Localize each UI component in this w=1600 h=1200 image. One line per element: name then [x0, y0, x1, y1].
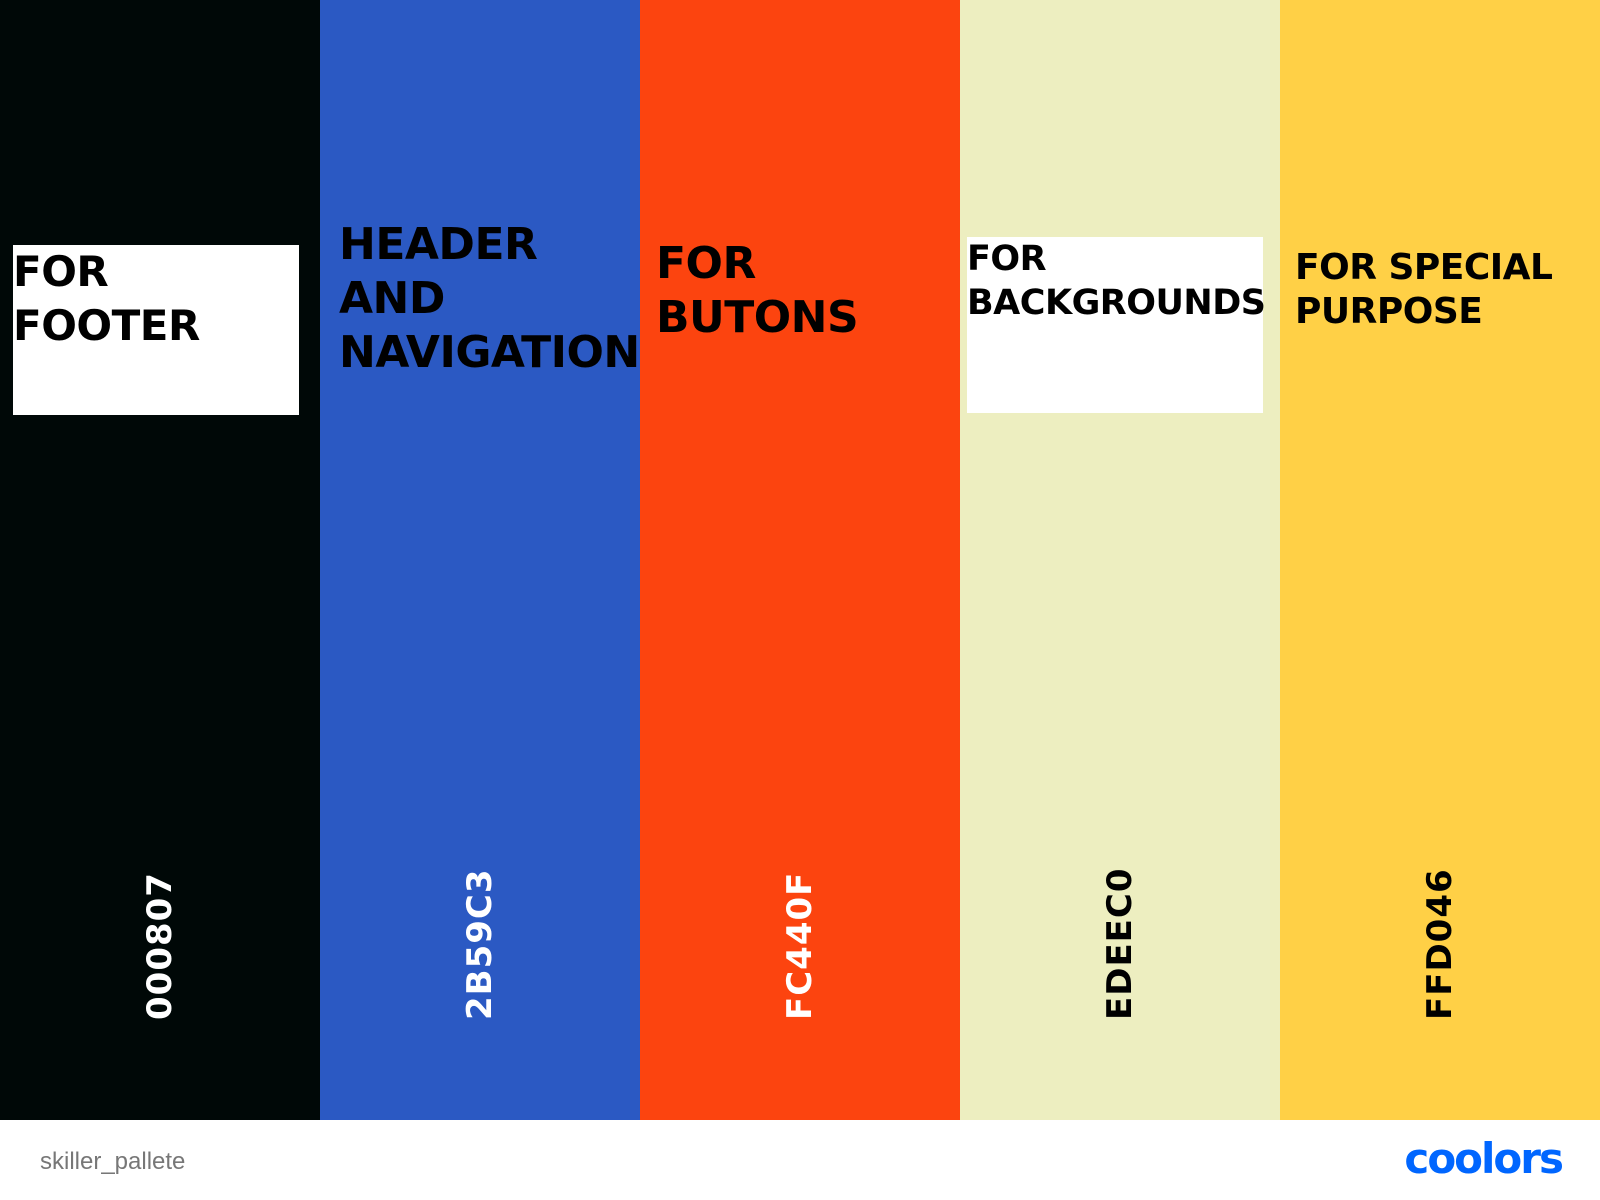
swatch-000807[interactable]: FOR FOOTER 000807: [0, 0, 320, 1120]
swatch-hex-code[interactable]: 000807: [140, 872, 180, 1020]
palette: FOR FOOTER 000807 HEADER AND NAVIGATION …: [0, 0, 1600, 1120]
footer: skiller_pallete coolors: [0, 1120, 1600, 1200]
swatch-note: FOR SPECIAL PURPOSE: [1295, 247, 1553, 332]
swatch-hex-code[interactable]: FC440F: [780, 872, 820, 1020]
swatch-hex-code[interactable]: 2B59C3: [460, 869, 500, 1021]
swatch-note: FOR BUTONS: [656, 238, 859, 343]
swatch-hex-code[interactable]: FFD046: [1420, 868, 1460, 1020]
coolors-logo[interactable]: coolors: [1404, 1134, 1564, 1183]
swatch-FFD046[interactable]: FOR SPECIAL PURPOSE FFD046: [1280, 0, 1600, 1120]
palette-name[interactable]: skiller_pallete: [40, 1148, 185, 1176]
swatch-2B59C3[interactable]: HEADER AND NAVIGATION 2B59C3: [320, 0, 640, 1120]
swatch-FC440F[interactable]: FOR BUTONS FC440F: [640, 0, 960, 1120]
swatch-note: HEADER AND NAVIGATION: [339, 219, 640, 378]
swatch-EDEEC0[interactable]: FOR BACKGROUNDS EDEEC0: [960, 0, 1280, 1120]
swatch-note: FOR BACKGROUNDS: [967, 237, 1266, 413]
swatch-hex-code[interactable]: EDEEC0: [1100, 867, 1140, 1020]
swatch-note: FOR FOOTER: [13, 245, 299, 415]
